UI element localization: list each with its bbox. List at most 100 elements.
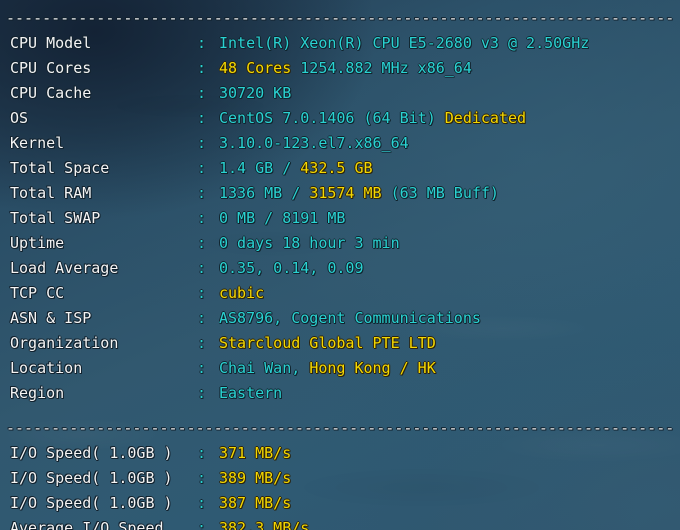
system-info-label: Uptime bbox=[0, 231, 197, 256]
system-info-value-part: 0 days 18 hour 3 min bbox=[219, 234, 400, 252]
system-info-row: Total SWAP:0 MB / 8191 MB bbox=[0, 206, 680, 231]
system-info-colon: : bbox=[197, 131, 219, 156]
io-result-colon: : bbox=[197, 441, 219, 466]
system-info-value: 1336 MB / 31574 MB (63 MB Buff) bbox=[219, 181, 680, 206]
system-info-colon: : bbox=[197, 156, 219, 181]
system-info-value-part: Hong Kong / HK bbox=[309, 359, 435, 377]
system-info-value: Eastern bbox=[219, 381, 680, 406]
system-info-label: Load Average bbox=[0, 256, 197, 281]
io-result-value: 371 MB/s bbox=[219, 441, 680, 466]
io-result-colon: : bbox=[197, 466, 219, 491]
system-info-colon: : bbox=[197, 106, 219, 131]
separator-top: ----------------------------------------… bbox=[0, 6, 680, 31]
system-info-value-part: Chai Wan, bbox=[219, 359, 309, 377]
system-info-value-part: 1336 MB / bbox=[219, 184, 309, 202]
system-info-value-part: AS8796, Cogent Communications bbox=[219, 309, 481, 327]
system-info-value: CentOS 7.0.1406 (64 Bit) Dedicated bbox=[219, 106, 680, 131]
system-info-label: Region bbox=[0, 381, 197, 406]
io-result-value-part: 382.3 MB/s bbox=[219, 519, 309, 530]
system-info-value-part: 30720 KB bbox=[219, 84, 291, 102]
system-info-row: CPU Model:Intel(R) Xeon(R) CPU E5-2680 v… bbox=[0, 31, 680, 56]
system-info-value-part: 48 Cores bbox=[219, 59, 291, 77]
system-info-colon: : bbox=[197, 56, 219, 81]
system-info-value: 30720 KB bbox=[219, 81, 680, 106]
system-info-value-part: cubic bbox=[219, 284, 264, 302]
system-info-row: ASN & ISP:AS8796, Cogent Communications bbox=[0, 306, 680, 331]
system-info-label: Total SWAP bbox=[0, 206, 197, 231]
system-info-row: CPU Cache:30720 KB bbox=[0, 81, 680, 106]
system-info-row: TCP CC:cubic bbox=[0, 281, 680, 306]
system-info-label: Total Space bbox=[0, 156, 197, 181]
io-result-row: I/O Speed( 1.0GB ):371 MB/s bbox=[0, 441, 680, 466]
system-info-label: Total RAM bbox=[0, 181, 197, 206]
system-info-colon: : bbox=[197, 81, 219, 106]
system-info-value: 3.10.0-123.el7.x86_64 bbox=[219, 131, 680, 156]
system-info-colon: : bbox=[197, 356, 219, 381]
system-info-value-part: 3.10.0-123.el7.x86_64 bbox=[219, 134, 409, 152]
system-info-label: CPU Model bbox=[0, 31, 197, 56]
system-info-row: OS:CentOS 7.0.1406 (64 Bit) Dedicated bbox=[0, 106, 680, 131]
system-info-value-part: (63 MB Buff) bbox=[382, 184, 499, 202]
system-info-row: Kernel:3.10.0-123.el7.x86_64 bbox=[0, 131, 680, 156]
io-result-row: Average I/O Speed:382.3 MB/s bbox=[0, 516, 680, 530]
io-result-label: I/O Speed( 1.0GB ) bbox=[0, 466, 197, 491]
system-info-colon: : bbox=[197, 231, 219, 256]
system-info-value-part: CentOS 7.0.1406 (64 Bit) bbox=[219, 109, 445, 127]
system-info-row: Total Space:1.4 GB / 432.5 GB bbox=[0, 156, 680, 181]
io-result-colon: : bbox=[197, 516, 219, 530]
terminal-output: ----------------------------------------… bbox=[0, 0, 680, 530]
io-result-value: 382.3 MB/s bbox=[219, 516, 680, 530]
system-info-value: Intel(R) Xeon(R) CPU E5-2680 v3 @ 2.50GH… bbox=[219, 31, 680, 56]
system-info-value: 0.35, 0.14, 0.09 bbox=[219, 256, 680, 281]
system-info-label: ASN & ISP bbox=[0, 306, 197, 331]
system-info-colon: : bbox=[197, 331, 219, 356]
system-info-value: 0 MB / 8191 MB bbox=[219, 206, 680, 231]
io-result-row: I/O Speed( 1.0GB ):389 MB/s bbox=[0, 466, 680, 491]
system-info-value-part: 1.4 GB / bbox=[219, 159, 300, 177]
system-info-label: OS bbox=[0, 106, 197, 131]
system-info-value: cubic bbox=[219, 281, 680, 306]
system-info-label: TCP CC bbox=[0, 281, 197, 306]
system-info-colon: : bbox=[197, 256, 219, 281]
io-result-value: 389 MB/s bbox=[219, 466, 680, 491]
system-info-row: Region:Eastern bbox=[0, 381, 680, 406]
system-info-value: 1.4 GB / 432.5 GB bbox=[219, 156, 680, 181]
system-info-value: Chai Wan, Hong Kong / HK bbox=[219, 356, 680, 381]
system-info-value-part: Dedicated bbox=[445, 109, 526, 127]
system-info-label: Kernel bbox=[0, 131, 197, 156]
section-spacer bbox=[0, 406, 680, 416]
system-info-row: CPU Cores:48 Cores 1254.882 MHz x86_64 bbox=[0, 56, 680, 81]
system-info-value: Starcloud Global PTE LTD bbox=[219, 331, 680, 356]
system-info-colon: : bbox=[197, 206, 219, 231]
system-info-value-part: Intel(R) Xeon(R) CPU E5-2680 v3 @ 2.50GH… bbox=[219, 34, 589, 52]
system-info-colon: : bbox=[197, 181, 219, 206]
io-result-colon: : bbox=[197, 491, 219, 516]
io-result-label: I/O Speed( 1.0GB ) bbox=[0, 441, 197, 466]
io-result-value: 387 MB/s bbox=[219, 491, 680, 516]
system-info-row: Location:Chai Wan, Hong Kong / HK bbox=[0, 356, 680, 381]
system-info-value: 0 days 18 hour 3 min bbox=[219, 231, 680, 256]
system-info-colon: : bbox=[197, 31, 219, 56]
io-results-list: I/O Speed( 1.0GB ):371 MB/sI/O Speed( 1.… bbox=[0, 441, 680, 530]
io-result-value-part: 371 MB/s bbox=[219, 444, 291, 462]
system-info-value: AS8796, Cogent Communications bbox=[219, 306, 680, 331]
io-result-row: I/O Speed( 1.0GB ):387 MB/s bbox=[0, 491, 680, 516]
system-info-value-part: Eastern bbox=[219, 384, 282, 402]
terminal-screen: ----------------------------------------… bbox=[0, 0, 680, 530]
separator-top-dashes: ----------------------------------------… bbox=[6, 6, 674, 31]
system-info-value-part: 31574 MB bbox=[309, 184, 381, 202]
separator-middle: ----------------------------------------… bbox=[0, 416, 680, 441]
system-info-value: 48 Cores 1254.882 MHz x86_64 bbox=[219, 56, 680, 81]
system-info-label: Location bbox=[0, 356, 197, 381]
system-info-label: CPU Cores bbox=[0, 56, 197, 81]
separator-middle-dashes: ----------------------------------------… bbox=[6, 416, 674, 441]
system-info-colon: : bbox=[197, 306, 219, 331]
io-result-label: I/O Speed( 1.0GB ) bbox=[0, 491, 197, 516]
system-info-label: CPU Cache bbox=[0, 81, 197, 106]
io-result-value-part: 389 MB/s bbox=[219, 469, 291, 487]
system-info-value-part: 0.35, 0.14, 0.09 bbox=[219, 259, 364, 277]
system-info-list: CPU Model:Intel(R) Xeon(R) CPU E5-2680 v… bbox=[0, 31, 680, 406]
system-info-value-part: Starcloud Global PTE LTD bbox=[219, 334, 436, 352]
system-info-value-part: 0 MB / 8191 MB bbox=[219, 209, 345, 227]
system-info-colon: : bbox=[197, 381, 219, 406]
